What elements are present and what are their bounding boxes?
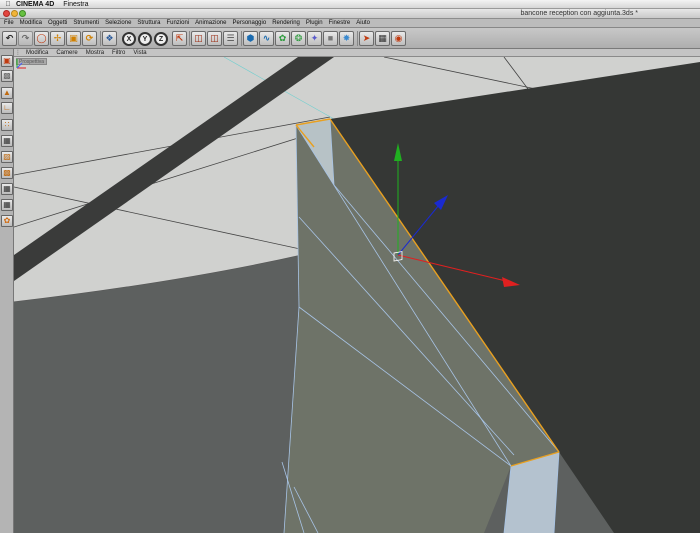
menu-rendering[interactable]: Rendering <box>269 20 303 26</box>
menu-selezione[interactable]: Selezione <box>102 20 134 26</box>
camera-icon[interactable]: ➤ <box>359 31 374 46</box>
live-select-icon[interactable]: ◯ <box>34 31 49 46</box>
main-menubar: File Modifica Oggetti Strumenti Selezion… <box>0 19 700 28</box>
app-menu[interactable]: CINEMA 4D <box>16 1 54 8</box>
viewport-menu-vista[interactable]: Vista <box>129 50 150 56</box>
tweak-mode-icon[interactable]: ▩ <box>1 167 13 179</box>
world-axis-icon <box>16 59 26 69</box>
viewport-menu-filtro[interactable]: Filtro <box>108 50 129 56</box>
menu-funzioni[interactable]: Funzioni <box>163 20 192 26</box>
cube-icon[interactable]: ⬢ <box>243 31 258 46</box>
menu-strumenti[interactable]: Strumenti <box>70 20 102 26</box>
move-icon[interactable]: ✢ <box>50 31 65 46</box>
floor-icon[interactable]: ▦ <box>375 31 390 46</box>
close-window-button[interactable] <box>3 10 10 17</box>
left-tool-palette: ▣ ▩ ▲ ∟ ∷ ▦ ▨ ▩ ▦ ▦ ✿ <box>0 49 14 533</box>
spline-icon[interactable]: ∿ <box>259 31 274 46</box>
point-mode-icon[interactable]: ∷ <box>1 119 13 131</box>
3d-viewport[interactable]: Prospettiva <box>14 57 700 533</box>
workplane-icon[interactable]: ▦ <box>1 199 13 211</box>
main-toolbar: ↶ ↷ ◯ ✢ ▣ ⟳ ❖ X Y Z ⇱ ◫ ◫ ☰ ⬢ ∿ ✿ ❂ ✦ ■ … <box>0 28 700 49</box>
window-menu[interactable]: Finestra <box>63 1 88 8</box>
window-titlebar: bancone reception con aggiunta.3ds * <box>0 9 700 19</box>
coordinate-system-icon[interactable]: ⇱ <box>172 31 187 46</box>
world-coords-icon[interactable]: ❖ <box>102 31 117 46</box>
sculpt-icon[interactable]: ✿ <box>1 215 13 227</box>
toolbar-separator <box>189 31 190 46</box>
viewport-menu-mostra[interactable]: Mostra <box>82 50 108 56</box>
toolbar-separator <box>100 31 101 46</box>
checker-icon[interactable]: ▦ <box>1 183 13 195</box>
nurbs-icon[interactable]: ✿ <box>275 31 290 46</box>
scale-icon[interactable]: ▣ <box>66 31 81 46</box>
menu-struttura[interactable]: Struttura <box>134 20 163 26</box>
redo-icon[interactable]: ↷ <box>18 31 33 46</box>
deformer-icon[interactable]: ✦ <box>307 31 322 46</box>
render-settings-icon[interactable]: ☰ <box>223 31 238 46</box>
polygon-mode-icon[interactable]: ▨ <box>1 151 13 163</box>
menu-file[interactable]: File <box>1 20 17 26</box>
object-mode-icon[interactable]: ▲ <box>1 87 13 99</box>
apple-icon[interactable]:  <box>0 1 16 8</box>
rotate-icon[interactable]: ⟳ <box>82 31 97 46</box>
menu-aiuto[interactable]: Aiuto <box>353 20 373 26</box>
viewport-menu-modifica[interactable]: Modifica <box>22 50 52 56</box>
os-menubar:  CINEMA 4D Finestra <box>0 0 700 9</box>
menu-finestre[interactable]: Finestre <box>326 20 354 26</box>
viewport-menubar: ⋮ Modifica Camere Mostra Filtro Vista <box>14 49 700 57</box>
toolbar-separator <box>241 31 242 46</box>
z-axis-button[interactable]: Z <box>154 32 168 46</box>
x-axis-button[interactable]: X <box>122 32 136 46</box>
menu-animazione[interactable]: Animazione <box>192 20 229 26</box>
light-icon[interactable]: ✸ <box>339 31 354 46</box>
window-title: bancone reception con aggiunta.3ds * <box>520 10 638 17</box>
viewport-handle-icon[interactable]: ⋮ <box>14 49 22 56</box>
undo-icon[interactable]: ↶ <box>2 31 17 46</box>
menu-oggetti[interactable]: Oggetti <box>45 20 70 26</box>
axis-mode-icon[interactable]: ∟ <box>1 102 13 114</box>
material-icon[interactable]: ◉ <box>391 31 406 46</box>
menu-personaggio[interactable]: Personaggio <box>229 20 269 26</box>
viewport-menu-camere[interactable]: Camere <box>52 50 81 56</box>
render-picture-viewer-icon[interactable]: ◫ <box>207 31 222 46</box>
menu-plugin[interactable]: Plugin <box>303 20 326 26</box>
menu-modifica[interactable]: Modifica <box>17 20 45 26</box>
edge-mode-icon[interactable]: ▦ <box>1 135 13 147</box>
toolbar-separator <box>357 31 358 46</box>
scene-icon[interactable]: ■ <box>323 31 338 46</box>
zoom-window-button[interactable] <box>19 10 26 17</box>
texture-mode-icon[interactable]: ▩ <box>1 70 13 82</box>
minimize-window-button[interactable] <box>11 10 18 17</box>
array-icon[interactable]: ❂ <box>291 31 306 46</box>
viewport-scene <box>14 57 700 533</box>
y-axis-button[interactable]: Y <box>138 32 152 46</box>
render-view-icon[interactable]: ◫ <box>191 31 206 46</box>
model-mode-icon[interactable]: ▣ <box>1 55 13 67</box>
